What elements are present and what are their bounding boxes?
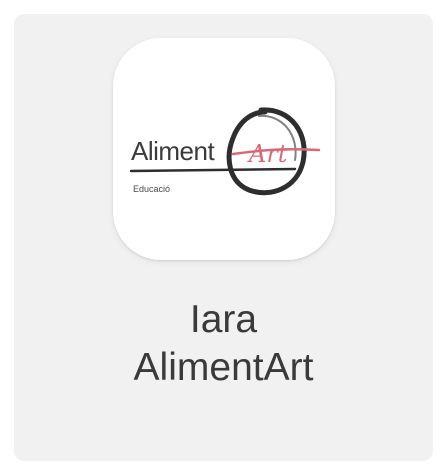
- app-label[interactable]: Iara AlimentArt: [14, 296, 433, 392]
- logo-wordmark: Aliment: [131, 136, 215, 166]
- app-icon-alimentart[interactable]: Aliment Art Educació: [113, 38, 335, 260]
- logo-subtitle: Educació: [133, 184, 170, 194]
- app-label-line1: Iara: [189, 298, 258, 341]
- app-label-line2: AlimentArt: [133, 346, 314, 389]
- logo-script: Art: [247, 140, 288, 168]
- underline-shape: [129, 167, 297, 173]
- alimentart-logo-icon: Aliment Art Educació: [129, 107, 321, 196]
- home-screen: Aliment Art Educació Iara AlimentArt: [0, 0, 447, 475]
